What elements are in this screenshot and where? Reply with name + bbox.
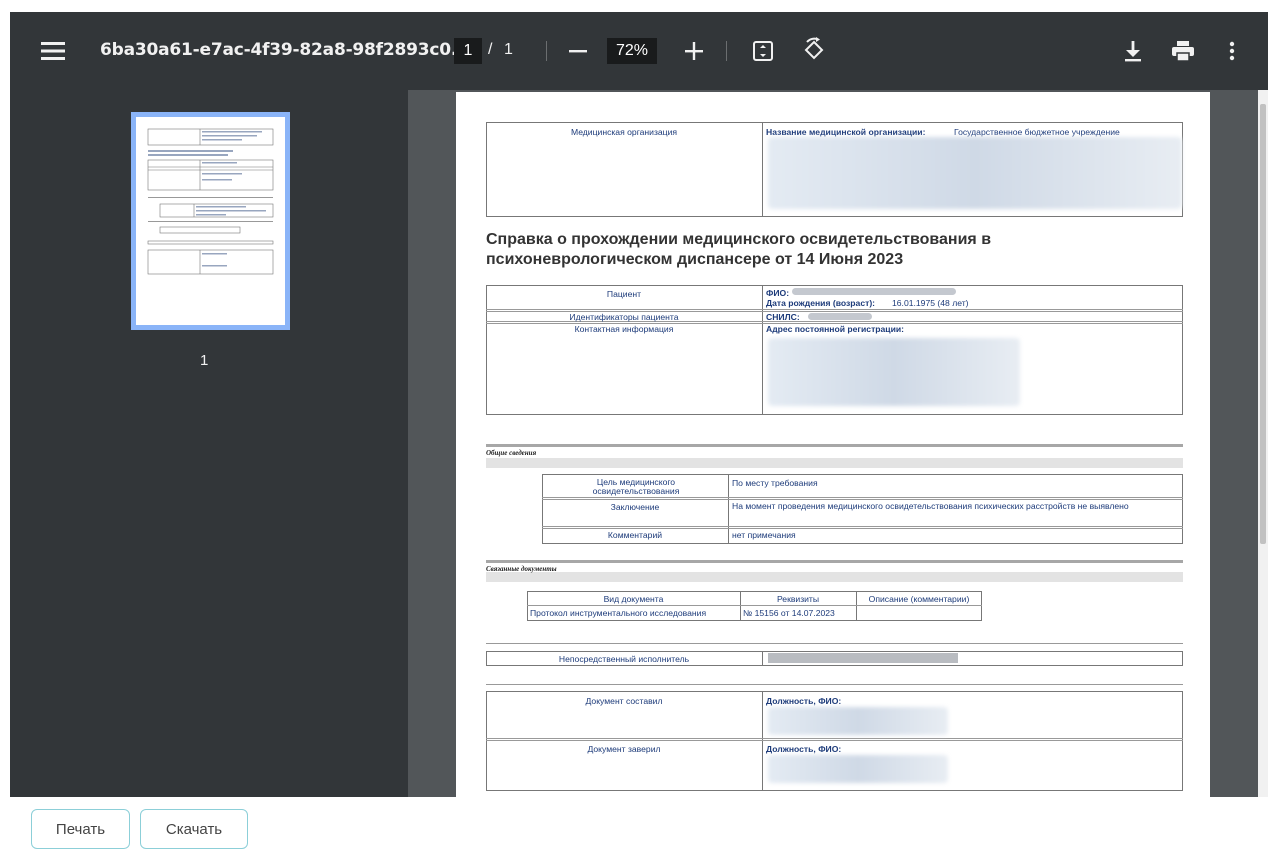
col-description: Описание (комментарии): [868, 594, 970, 604]
page-total: 1: [504, 41, 513, 58]
position-key: Должность, ФИО:: [766, 696, 842, 706]
page-separator: /: [488, 41, 493, 58]
general-row-line: [542, 526, 1183, 527]
menu-icon[interactable]: [38, 38, 68, 64]
org-label: Медицинская организация: [570, 127, 678, 137]
comment-label: Комментарий: [607, 530, 663, 540]
redacted-fio: [792, 288, 956, 295]
redacted-address: [768, 338, 1020, 406]
heading-line-2: психоневрологическом диспансере от 14 Ию…: [486, 251, 904, 268]
redacted-snils: [808, 313, 872, 320]
vertical-scrollbar[interactable]: [1258, 90, 1268, 797]
general-row-line: [542, 499, 1183, 500]
related-row-line: [527, 605, 982, 606]
patient-row-line: [486, 309, 1183, 310]
page-thumbnail[interactable]: [131, 112, 290, 330]
authors-divider: [762, 691, 763, 791]
action-bar: Печать Скачать: [0, 797, 1268, 849]
heading-line-1: Справка о прохождении медицинского освид…: [486, 231, 992, 248]
rotate-icon[interactable]: [800, 36, 828, 64]
ids-label: Идентификаторы пациента: [569, 312, 679, 322]
col-doc-type: Вид документа: [603, 594, 664, 604]
snils-key: СНИЛС:: [766, 312, 800, 322]
more-options-icon[interactable]: [1222, 38, 1242, 64]
purpose-value: По месту требования: [732, 478, 818, 488]
thumbnail-page-number: 1: [200, 352, 209, 369]
patient-table-divider: [762, 285, 763, 415]
toolbar-divider: [546, 41, 547, 61]
print-icon[interactable]: [1170, 38, 1196, 64]
section-rule: [486, 684, 1183, 685]
certified-label: Документ заверил: [587, 744, 661, 754]
section-related-title: Связанные документы: [486, 565, 557, 573]
address-key: Адрес постоянной регистрации:: [766, 324, 905, 334]
zoom-level-input[interactable]: 72%: [607, 38, 657, 64]
conclusion-label: Заключение: [610, 502, 660, 512]
document-title: 6ba30a61-e7ac-4f39-82a8-98f2893c0...: [100, 40, 470, 60]
section-band: [486, 572, 1183, 582]
comment-value: нет примечания: [732, 530, 796, 540]
row-doc-type: Протокол инструментального исследования: [530, 608, 707, 618]
section-general-title: Общие сведения: [486, 449, 537, 457]
download-icon[interactable]: [1120, 38, 1146, 64]
authors-row-line: [486, 738, 1183, 739]
section-band: [486, 458, 1183, 468]
row-requisites: № 15156 от 14.07.2023: [743, 608, 835, 618]
executor-label: Непосредственный исполнитель: [558, 654, 690, 664]
toolbar-divider: [726, 41, 727, 61]
composed-label: Документ составил: [585, 696, 663, 706]
general-row-line: [542, 497, 1183, 498]
document-viewport[interactable]: Медицинская организация Название медицин…: [408, 90, 1268, 797]
scrollbar-thumb[interactable]: [1260, 104, 1266, 544]
print-button[interactable]: Печать: [31, 809, 130, 849]
purpose-label: Цель медицинского освидетельствования: [592, 477, 680, 496]
position-key-2: Должность, ФИО:: [766, 744, 842, 754]
fit-to-page-icon[interactable]: [750, 38, 776, 64]
section-rule: [486, 643, 1183, 644]
patient-dob-key: Дата рождения (возраст):: [766, 298, 876, 308]
redacted-certifier: [768, 755, 948, 783]
authors-row-line: [486, 740, 1183, 741]
org-name-key: Название медицинской организации:: [766, 127, 926, 137]
redacted-composer: [768, 707, 948, 735]
section-rule: [486, 444, 1183, 447]
page-number-input[interactable]: 1: [454, 38, 482, 64]
executor-divider: [762, 651, 763, 666]
download-button[interactable]: Скачать: [140, 809, 248, 849]
org-name-value: Государственное бюджетное учреждение: [954, 127, 1120, 137]
redacted-executor: [768, 653, 958, 663]
patient-label: Пациент: [606, 289, 642, 299]
pdf-viewer: 6ba30a61-e7ac-4f39-82a8-98f2893c0... 1 /…: [10, 12, 1268, 797]
thumbnail-sidebar: 1: [10, 90, 408, 797]
zoom-out-icon[interactable]: [565, 38, 591, 64]
org-table-divider: [762, 122, 763, 217]
patient-dob-value: 16.01.1975 (48 лет): [892, 298, 969, 308]
general-row-line: [542, 528, 1183, 529]
contact-label: Контактная информация: [574, 324, 674, 334]
section-rule: [486, 560, 1183, 563]
document-heading: Справка о прохождении медицинского освид…: [486, 230, 1186, 270]
zoom-in-icon[interactable]: [681, 38, 707, 64]
thumbnail-page-preview: [136, 117, 285, 325]
general-table-divider: [728, 474, 729, 544]
patient-fio-key: ФИО:: [766, 288, 790, 298]
col-requisites: Реквизиты: [776, 594, 820, 604]
viewer-toolbar: 6ba30a61-e7ac-4f39-82a8-98f2893c0... 1 /…: [10, 12, 1268, 90]
pdf-page: Медицинская организация Название медицин…: [456, 92, 1210, 797]
conclusion-value: На момент проведения медицинского освиде…: [732, 501, 1129, 511]
redacted-org-details: [768, 137, 1182, 209]
